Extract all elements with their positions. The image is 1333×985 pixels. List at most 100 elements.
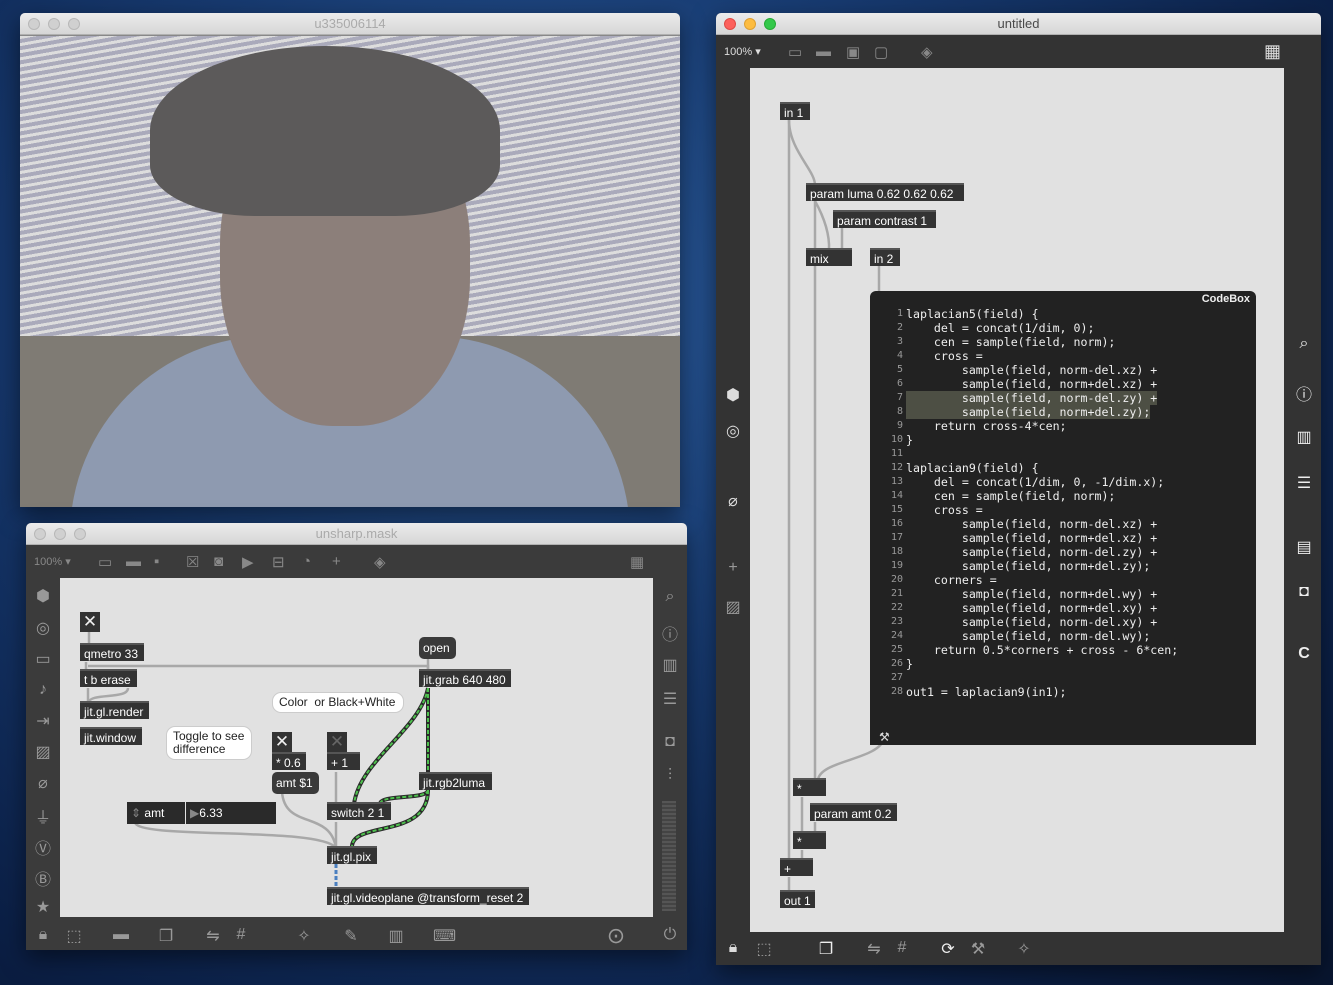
grid-icon[interactable]: ▦: [1264, 41, 1281, 62]
list-icon[interactable]: ☰: [660, 689, 680, 709]
search-icon[interactable]: ⌕: [660, 588, 680, 606]
video-icon[interactable]: ▭: [33, 649, 53, 669]
mix-object[interactable]: mix: [806, 248, 852, 266]
jit-grab-object[interactable]: jit.grab 640 480: [419, 669, 511, 687]
param-amt-object[interactable]: param amt 0.2: [810, 803, 897, 821]
toggle-icon[interactable]: ☒: [186, 553, 199, 571]
codebox[interactable]: CodeBox 1 laplacian5(field) {2 del = conc…: [870, 291, 1256, 745]
add-icon[interactable]: +: [723, 559, 743, 577]
slider-icon[interactable]: ⊟: [272, 553, 285, 571]
cube-icon[interactable]: ⬢: [33, 586, 53, 606]
amt-number-box[interactable]: ▶6.33: [186, 802, 276, 824]
zoom-menu[interactable]: 100% ▾: [724, 45, 761, 58]
star-icon[interactable]: ★: [33, 897, 53, 917]
list-icon[interactable]: ☰: [1294, 473, 1314, 493]
jit-gl-videoplane-object[interactable]: jit.gl.videoplane @transform_reset 2: [327, 887, 529, 905]
paint-icon[interactable]: ◈: [921, 43, 933, 61]
param-icon[interactable]: ▢: [874, 43, 888, 61]
in1-object[interactable]: in 1: [780, 102, 810, 120]
add-object[interactable]: +: [780, 858, 813, 876]
minimize-button[interactable]: [48, 18, 60, 30]
title-bar[interactable]: u335006114: [20, 13, 680, 35]
close-button[interactable]: [28, 18, 40, 30]
multiply-object-1[interactable]: *: [793, 778, 826, 796]
metro-toggle[interactable]: ✕: [80, 612, 100, 632]
close-button[interactable]: [724, 18, 736, 30]
book-icon[interactable]: ▥: [660, 655, 680, 675]
wand-icon[interactable]: ✧: [294, 926, 314, 946]
stepper-arrows-icon[interactable]: ⇕: [131, 806, 144, 820]
object-icon[interactable]: ▭: [98, 553, 112, 571]
grid-toggle-icon[interactable]: #: [231, 926, 251, 944]
out1-object[interactable]: out 1: [780, 890, 815, 908]
minimize-button[interactable]: [54, 528, 66, 540]
info-icon[interactable]: ⓘ: [1294, 381, 1314, 405]
b-icon[interactable]: Ⓑ: [33, 866, 53, 890]
piano-icon[interactable]: ▥: [386, 926, 406, 946]
multiply-object-2[interactable]: *: [793, 831, 826, 849]
switch-object[interactable]: switch 2 1: [327, 802, 391, 820]
reference-icon[interactable]: ▤: [1294, 537, 1314, 557]
param-contrast-object[interactable]: param contrast 1: [833, 210, 936, 228]
debug-icon[interactable]: ⇋: [864, 939, 884, 959]
search-icon[interactable]: ⌕: [1294, 335, 1314, 353]
grid-icon[interactable]: ▦: [630, 553, 644, 571]
message-icon[interactable]: ▬: [126, 553, 141, 570]
zoom-button[interactable]: [764, 18, 776, 30]
comment-icon[interactable]: ▪: [154, 553, 159, 570]
zoom-menu[interactable]: 100% ▾: [34, 555, 71, 568]
wand-icon[interactable]: ✧: [1014, 939, 1034, 959]
wrench-icon[interactable]: ✎: [341, 926, 361, 946]
info-icon[interactable]: ⓘ: [660, 621, 680, 645]
codebox-icon[interactable]: ▣: [846, 43, 860, 61]
add-icon[interactable]: +: [332, 553, 341, 570]
comment-toggle-icon[interactable]: ▬: [111, 926, 131, 944]
clip-icon[interactable]: ⌀: [33, 773, 53, 793]
refresh-icon[interactable]: ⟳: [938, 939, 958, 959]
plus-object[interactable]: + 1: [327, 752, 360, 770]
c-icon[interactable]: C: [1294, 645, 1314, 663]
camera-icon[interactable]: ◘: [660, 733, 680, 751]
jit-gl-pix-object[interactable]: jit.gl.pix: [327, 846, 377, 864]
compile-hammer-icon[interactable]: ⚒: [879, 730, 890, 744]
image-icon[interactable]: ▨: [723, 597, 743, 617]
debug-icon[interactable]: ⇋: [203, 926, 223, 946]
window-controls[interactable]: [28, 18, 80, 30]
minimize-button[interactable]: [744, 18, 756, 30]
windows-icon[interactable]: ❐: [156, 926, 176, 946]
close-button[interactable]: [34, 528, 46, 540]
paint-icon[interactable]: ◈: [374, 553, 386, 571]
unsharp-patcher-canvas[interactable]: [60, 578, 653, 917]
color-toggle[interactable]: ✕: [327, 732, 347, 752]
hammer-icon[interactable]: ⚒: [968, 939, 988, 959]
book-icon[interactable]: ▥: [1294, 427, 1314, 447]
object-icon[interactable]: ▭: [788, 43, 802, 61]
zoom-button[interactable]: [68, 18, 80, 30]
grid-toggle-icon[interactable]: #: [892, 939, 912, 957]
in2-object[interactable]: in 2: [870, 248, 900, 266]
plug-icon[interactable]: ⏚: [33, 804, 53, 828]
audio-on-icon[interactable]: ⊙: [606, 923, 626, 949]
presentation-icon[interactable]: ⬚: [754, 939, 774, 959]
button-icon[interactable]: ◙: [214, 553, 223, 570]
camera-icon[interactable]: ◘: [1294, 583, 1314, 601]
flow-icon[interactable]: ⇥: [33, 711, 53, 731]
param-luma-object[interactable]: param luma 0.62 0.62 0.62: [806, 183, 964, 201]
target-icon[interactable]: ◎: [723, 421, 743, 441]
target-icon[interactable]: ◎: [33, 618, 53, 638]
jit-window-object[interactable]: jit.window: [80, 727, 142, 745]
amt-param-label[interactable]: ⇕ amt: [127, 802, 185, 824]
dial-icon[interactable]: ◔: [302, 553, 311, 570]
lock-icon[interactable]: 🔒︎: [33, 926, 53, 944]
mixer-icon[interactable]: ⫶: [660, 767, 680, 785]
jit-rgb2luma-object[interactable]: jit.rgb2luma: [419, 772, 492, 790]
v-icon[interactable]: Ⓥ: [33, 835, 53, 859]
windows-icon[interactable]: ❐: [816, 939, 836, 959]
comment-icon[interactable]: ▬: [816, 43, 831, 60]
difference-toggle[interactable]: ✕: [272, 732, 292, 752]
open-message[interactable]: open: [419, 637, 456, 659]
keyboard-icon[interactable]: ⌨: [433, 926, 456, 946]
amt-message[interactable]: amt $1: [272, 772, 319, 794]
power-icon[interactable]: ⏻: [660, 926, 680, 944]
multiply-object[interactable]: * 0.6: [272, 752, 306, 770]
